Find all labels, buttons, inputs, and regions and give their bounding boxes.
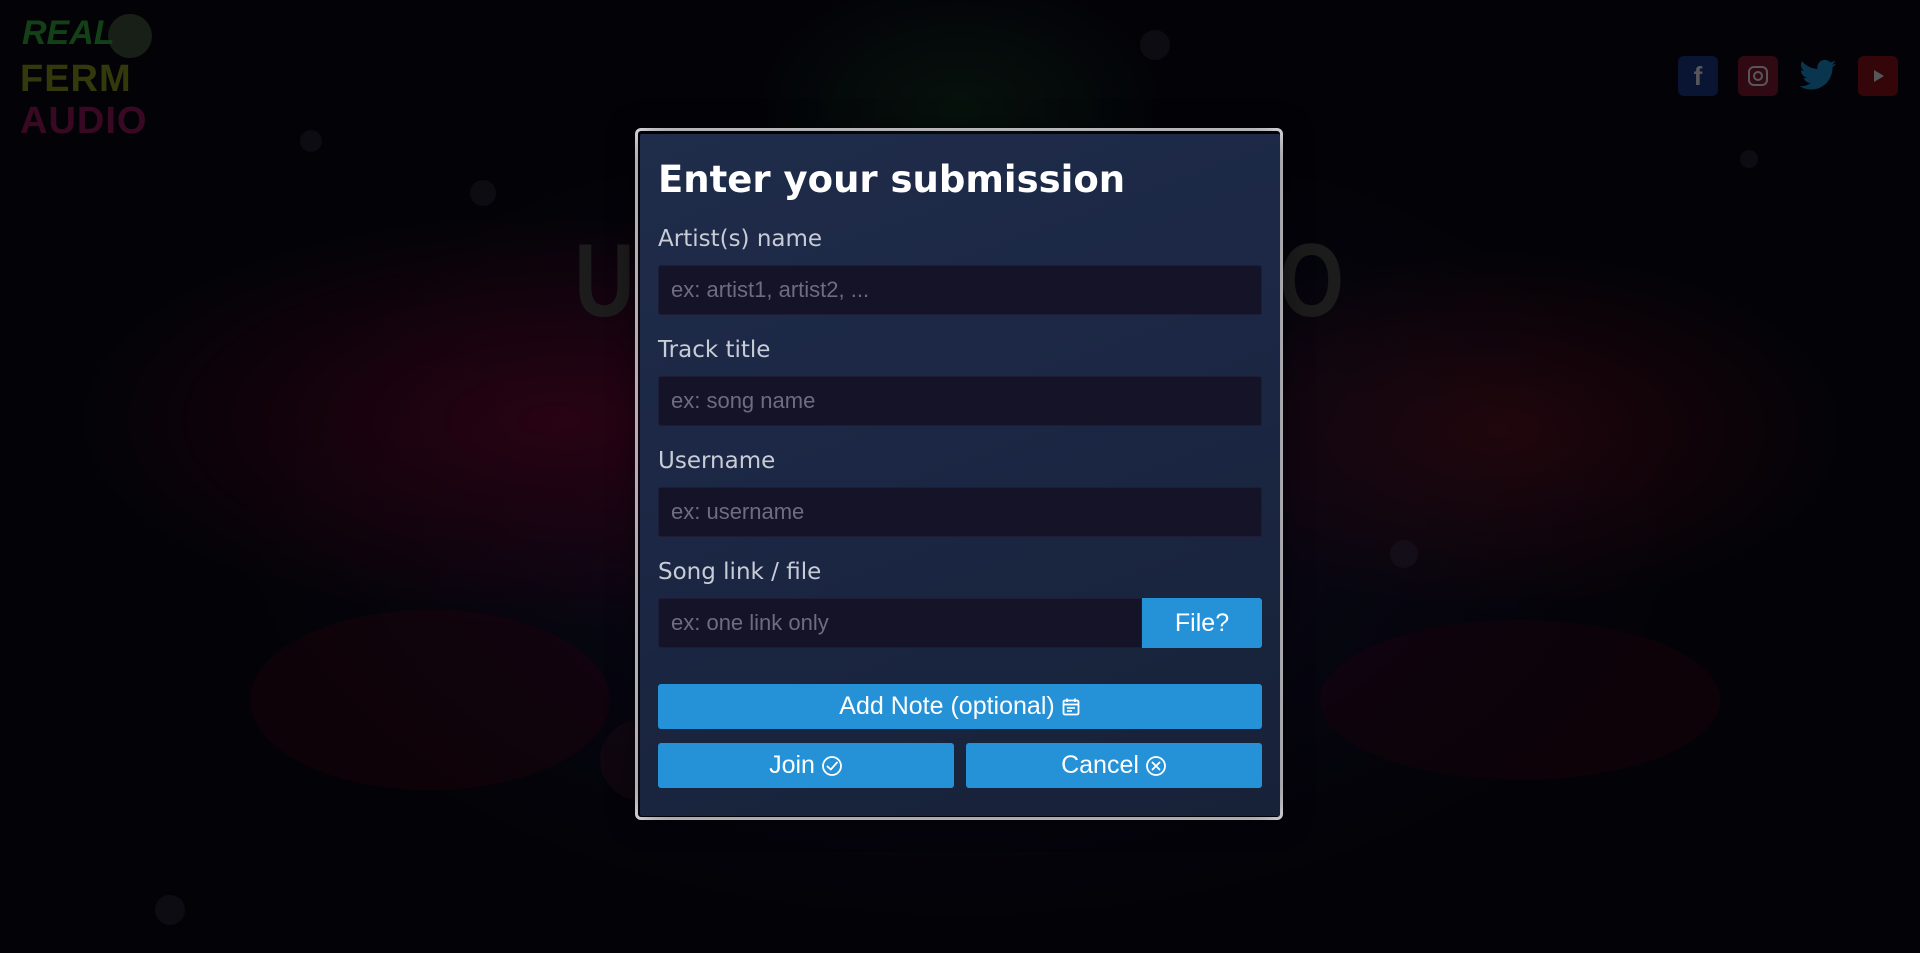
artist-input[interactable] xyxy=(658,265,1262,315)
join-label: Join xyxy=(769,751,815,779)
track-title-label: Track title xyxy=(658,337,771,363)
submission-modal: Enter your submission Artist(s) name Tra… xyxy=(640,134,1280,816)
join-button[interactable]: Join xyxy=(658,743,954,788)
action-buttons: Join Cancel xyxy=(658,743,1262,788)
song-link-label: Song link / file xyxy=(658,559,822,585)
modal-title: Enter your submission xyxy=(658,158,1126,201)
song-link-input[interactable] xyxy=(658,598,1142,648)
add-note-label: Add Note (optional) xyxy=(839,692,1055,720)
cancel-label: Cancel xyxy=(1061,751,1139,779)
username-input[interactable] xyxy=(658,487,1262,537)
x-circle-icon xyxy=(1145,755,1167,777)
add-note-button[interactable]: Add Note (optional) xyxy=(658,684,1262,729)
page: REAL FERM AUDIO f UPCOMING RADIO Mo lay … xyxy=(0,0,1920,953)
track-title-input[interactable] xyxy=(658,376,1262,426)
file-upload-button[interactable]: File? xyxy=(1142,598,1262,648)
song-link-group: File? xyxy=(658,598,1262,648)
cancel-button[interactable]: Cancel xyxy=(966,743,1262,788)
artist-label: Artist(s) name xyxy=(658,226,823,252)
calendar-icon xyxy=(1061,697,1081,717)
username-label: Username xyxy=(658,448,776,474)
check-circle-icon xyxy=(821,755,843,777)
